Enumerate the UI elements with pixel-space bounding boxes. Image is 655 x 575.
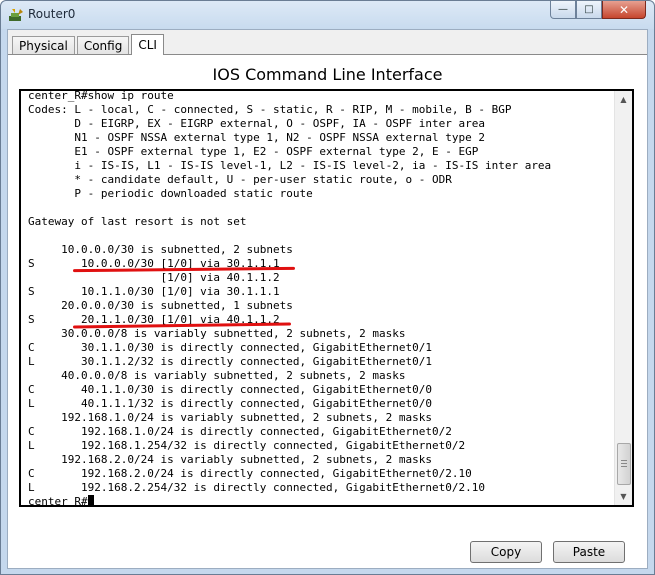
terminal-line: L 192.168.1.254/32 is directly connected… [28,439,466,452]
scroll-down-arrow-icon[interactable]: ▼ [615,488,632,505]
terminal-line: L 30.1.1.2/32 is directly connected, Gig… [28,355,432,368]
terminal-line: Codes: L - local, C - connected, S - sta… [28,103,512,116]
terminal-line: S 10.1.1.0/30 [1/0] via 30.1.1.1 [28,285,280,298]
terminal-line: center_R#show ip route [28,89,174,102]
tab-bar: Physical Config CLI [12,34,166,55]
terminal-line: P - periodic downloaded static route [28,187,313,200]
text-cursor [87,495,94,505]
tab-cli[interactable]: CLI [131,34,164,55]
maximize-icon: □ [584,4,594,15]
terminal-line: E1 - OSPF external type 1, E2 - OSPF ext… [28,145,479,158]
scrollbar-thumb[interactable] [617,443,631,485]
copy-button[interactable]: Copy [470,541,542,563]
terminal-scrollbar[interactable]: ▲ ▼ [614,91,632,505]
minimize-icon: — [558,4,568,15]
terminal-output[interactable]: center_R#show ip route Codes: L - local, … [28,89,612,507]
terminal-line: D - EIGRP, EX - EIGRP external, O - OSPF… [28,117,485,130]
scroll-up-arrow-icon[interactable]: ▲ [615,91,632,108]
router-app-icon [9,9,23,21]
terminal-line: 192.168.1.0/24 is variably subnetted, 2 … [28,411,432,424]
terminal-line: C 192.168.1.0/24 is directly connected, … [28,425,452,438]
terminal-line: [1/0] via 40.1.1.2 [28,271,280,284]
terminal-prompt: center_R# [28,495,88,507]
terminal-prompt-line[interactable]: center_R# [28,495,612,507]
minimize-button[interactable]: — [550,1,576,19]
terminal-line: L 192.168.2.254/32 is directly connected… [28,481,485,494]
tab-physical[interactable]: Physical [12,36,75,55]
title-bar[interactable]: Router0 — □ ✕ [1,1,654,29]
terminal-line: 30.0.0.0/8 is variably subnetted, 2 subn… [28,327,406,340]
terminal-line: i - IS-IS, L1 - IS-IS level-1, L2 - IS-I… [28,159,552,172]
window-title: Router0 [28,7,76,21]
terminal-line: 10.0.0.0/30 is subnetted, 2 subnets [28,243,293,256]
panel-title: IOS Command Line Interface [212,65,443,84]
close-button[interactable]: ✕ [602,1,646,19]
terminal-line: 40.0.0.0/8 is variably subnetted, 2 subn… [28,369,406,382]
router-window: Router0 — □ ✕ Physical Config CLI IOS Co… [0,0,655,575]
paste-button[interactable]: Paste [553,541,625,563]
close-icon: ✕ [618,2,630,17]
terminal-line: C 30.1.1.0/30 is directly connected, Gig… [28,341,432,354]
maximize-button[interactable]: □ [576,1,602,19]
terminal-line: C 192.168.2.0/24 is directly connected, … [28,467,472,480]
terminal-line: Gateway of last resort is not set [28,215,247,228]
terminal-line: L 40.1.1.1/32 is directly connected, Gig… [28,397,432,410]
terminal-console[interactable]: center_R#show ip route Codes: L - local, … [19,89,634,507]
terminal-line: * - candidate default, U - per-user stat… [28,173,452,186]
terminal-line: 20.0.0.0/30 is subnetted, 1 subnets [28,299,293,312]
tab-config[interactable]: Config [76,36,130,55]
terminal-line: N1 - OSPF NSSA external type 1, N2 - OSP… [28,131,485,144]
terminal-line: 192.168.2.0/24 is variably subnetted, 2 … [28,453,432,466]
terminal-line: C 40.1.1.0/30 is directly connected, Gig… [28,383,432,396]
cli-panel: IOS Command Line Interface center_R#show… [8,54,647,568]
window-client-area: Physical Config CLI IOS Command Line Int… [7,29,648,569]
